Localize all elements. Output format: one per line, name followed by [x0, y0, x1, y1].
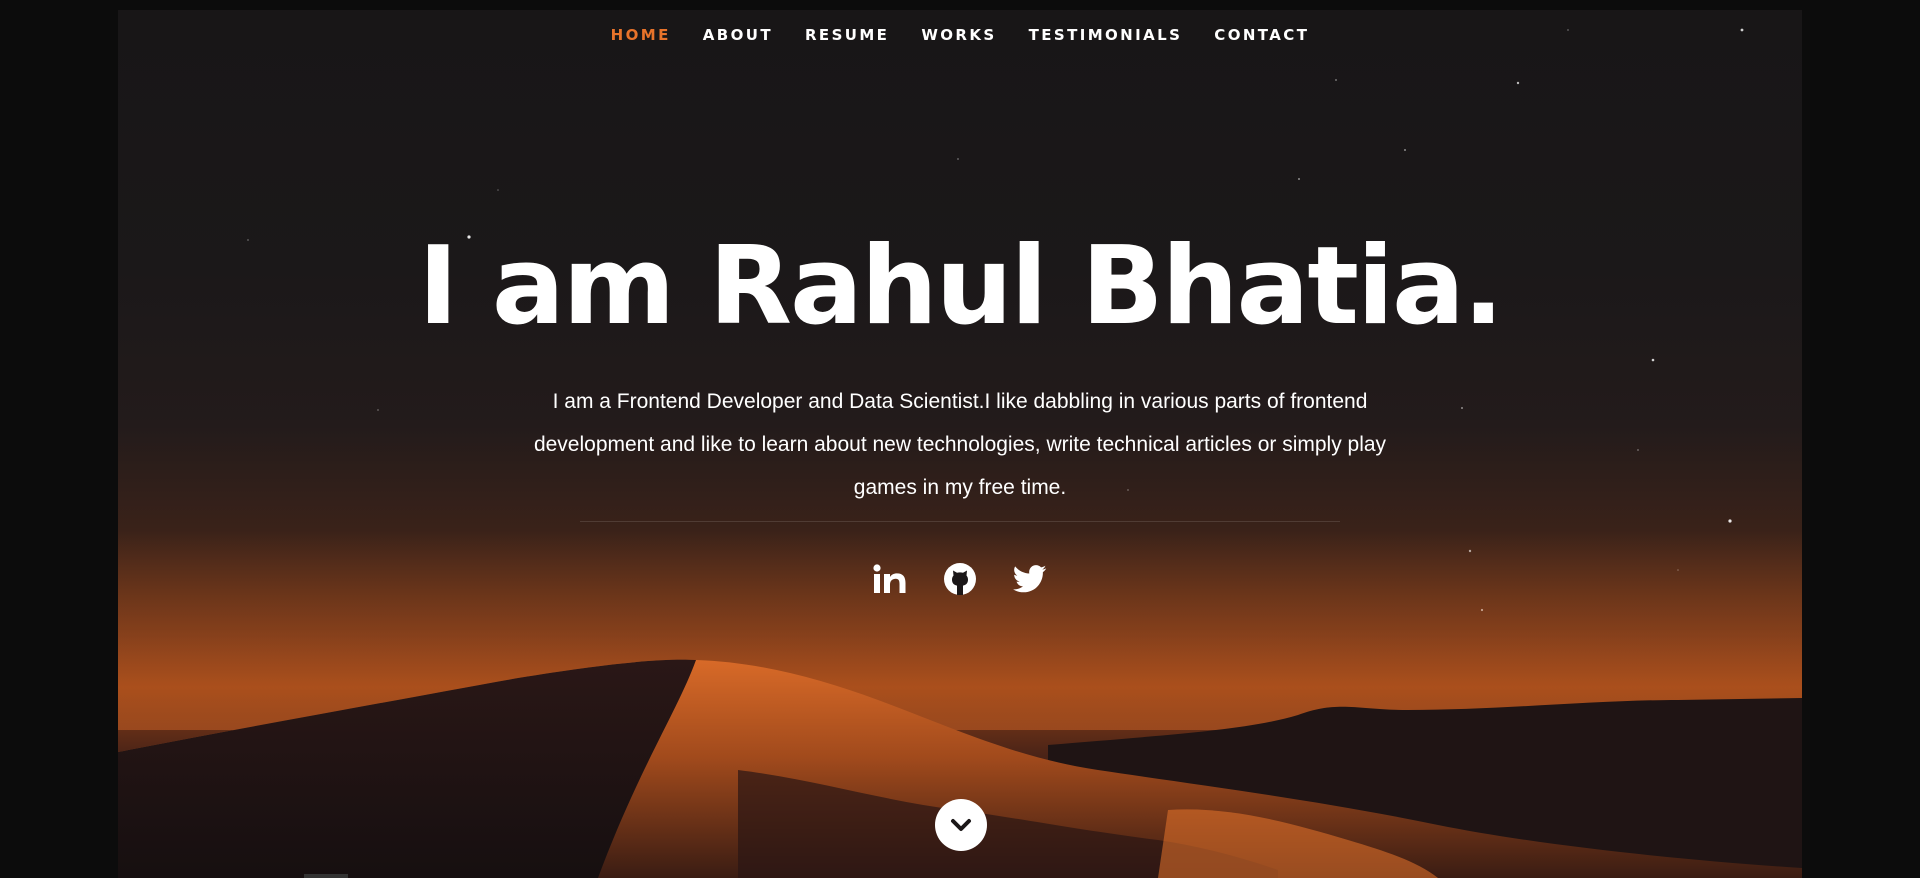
nav-item-works[interactable]: WORKS — [921, 26, 996, 44]
nav-item-contact[interactable]: CONTACT — [1214, 26, 1309, 44]
hero-intro-text: I am a Frontend Developer and Data Scien… — [533, 390, 1387, 499]
chevron-down-icon — [951, 819, 971, 831]
linkedin-icon — [873, 564, 906, 593]
main-navigation: HOME ABOUT RESUME WORKS TESTIMONIALS CON… — [118, 10, 1802, 60]
nav-item-testimonials[interactable]: TESTIMONIALS — [1029, 26, 1183, 44]
nav-item-home[interactable]: HOME — [611, 26, 671, 44]
hero-section: HOME ABOUT RESUME WORKS TESTIMONIALS CON… — [118, 10, 1802, 878]
github-icon — [944, 563, 976, 595]
scroll-down-button[interactable] — [935, 799, 987, 851]
twitter-icon — [1013, 565, 1047, 593]
twitter-link[interactable] — [1012, 561, 1048, 597]
linkedin-link[interactable] — [872, 561, 908, 597]
hero-divider — [580, 521, 1340, 522]
social-links — [118, 561, 1802, 597]
nav-item-about[interactable]: ABOUT — [703, 26, 773, 44]
hero-headline: I am Rahul Bhatia. — [418, 224, 1504, 349]
scrollbar-thumb[interactable] — [304, 874, 348, 878]
nav-item-resume[interactable]: RESUME — [805, 26, 889, 44]
github-link[interactable] — [942, 561, 978, 597]
